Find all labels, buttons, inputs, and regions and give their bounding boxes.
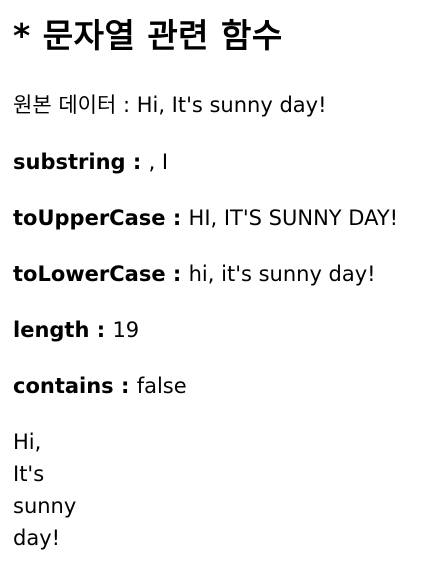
length-value: 19	[112, 318, 140, 342]
substring-line: substring : , I	[13, 148, 168, 176]
tolowercase-line: toLowerCase : hi, it's sunny day!	[13, 260, 376, 288]
contains-line: contains : false	[13, 372, 187, 400]
split-word: Hi,	[13, 430, 42, 454]
touppercase-value: HI, IT'S SUNNY DAY!	[188, 206, 399, 230]
split-word: It's	[13, 462, 45, 486]
length-line: length : 19	[13, 316, 139, 344]
split-word: sunny	[13, 494, 77, 518]
tolowercase-label: toLowerCase :	[13, 262, 189, 286]
tolowercase-value: hi, it's sunny day!	[188, 262, 376, 286]
original-data-value: Hi, It's sunny day!	[136, 93, 327, 117]
page-title: * 문자열 관련 함수	[13, 16, 283, 55]
split-words-list: Hi, It's sunny day!	[13, 426, 76, 554]
touppercase-label: toUpperCase :	[13, 206, 189, 230]
substring-value: , I	[148, 150, 169, 174]
original-data-line: 원본 데이터 : Hi, It's sunny day!	[13, 91, 327, 119]
original-data-label: 원본 데이터 :	[13, 93, 137, 117]
contains-value: false	[136, 374, 187, 398]
length-label: length :	[13, 318, 113, 342]
contains-label: contains :	[13, 374, 137, 398]
substring-label: substring :	[13, 150, 149, 174]
touppercase-line: toUpperCase : HI, IT'S SUNNY DAY!	[13, 204, 398, 232]
split-word: day!	[13, 526, 61, 550]
